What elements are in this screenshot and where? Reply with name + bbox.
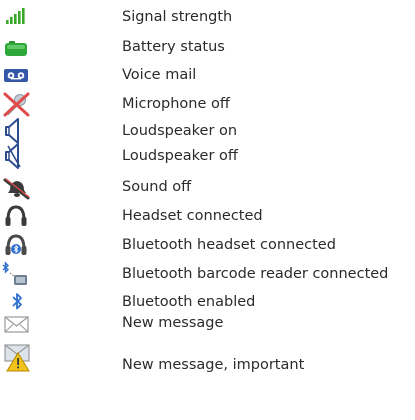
legend-label: Bluetooth headset connected [122,237,336,253]
legend-label: New message [122,315,224,331]
new-message-icon [0,310,34,336]
legend-label: Loudspeaker on [122,123,238,139]
microphone-off-icon [0,91,34,117]
legend-row-new-message: New message [0,310,415,336]
legend-label: Signal strength [122,9,233,25]
legend-row-microphone-off: Microphone off [0,91,415,117]
legend-label: Loudspeaker off [122,148,238,164]
legend-row-bluetooth-headset-connected: Bluetooth headset connected [0,232,415,258]
important-message-icon [0,340,34,374]
voicemail-icon [0,62,34,88]
legend-label: Battery status [122,39,225,55]
sound-off-icon [0,174,34,200]
legend-row-loudspeaker-off: Loudspeaker off [0,143,415,169]
legend-label: Microphone off [122,96,230,112]
legend-row-signal-strength: Signal strength [0,4,415,30]
signal-strength-icon [0,4,34,30]
legend-row-voice-mail: Voice mail [0,62,415,88]
legend-row-loudspeaker-on: Loudspeaker on [0,118,415,144]
legend-row-headset-connected: Headset connected [0,203,415,229]
bluetooth-headset-icon [0,232,34,258]
legend-row-battery-status: Battery status [0,34,415,60]
battery-icon [0,34,34,60]
headset-icon [0,203,34,229]
loudspeaker-off-icon [0,143,34,169]
legend-row-new-message-important: New message, important [0,340,415,374]
legend-row-bluetooth-barcode-reader: Bluetooth barcode reader connected [0,261,415,287]
legend-label: Voice mail [122,67,197,83]
loudspeaker-on-icon [0,118,34,144]
legend-row-sound-off: Sound off [0,174,415,200]
legend-label: New message, important [122,357,305,373]
bluetooth-barcode-reader-icon [0,261,34,287]
legend-label: Sound off [122,179,192,195]
legend-label: Bluetooth barcode reader connected [122,266,389,282]
icon-legend: Signal strength Battery status Voice mai… [0,0,415,420]
legend-label: Headset connected [122,208,263,224]
